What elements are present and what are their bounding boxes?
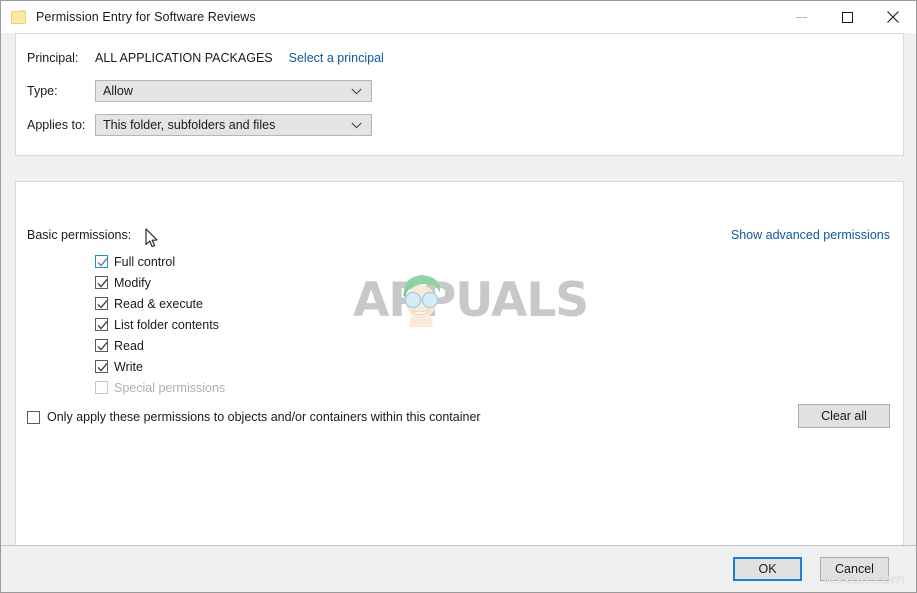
permission-label: Write: [114, 359, 143, 374]
ok-button[interactable]: OK: [733, 557, 802, 581]
permission-label: List folder contents: [114, 317, 219, 332]
type-label: Type:: [27, 84, 58, 98]
permissions-panel: Basic permissions: Show advanced permiss…: [15, 181, 904, 551]
checkmark-icon: [97, 257, 108, 267]
permission-row-write[interactable]: Write: [95, 356, 225, 377]
principal-label: Principal:: [27, 51, 79, 65]
checkbox-only-apply-to-container[interactable]: [27, 410, 40, 424]
type-dropdown-value: Allow: [103, 84, 133, 98]
minimize-button[interactable]: [778, 1, 824, 33]
applies-to-row: Applies to: This folder, subfolders and …: [27, 114, 372, 136]
checkbox-list-folder-contents[interactable]: [95, 318, 108, 331]
permission-row-list-folder-contents[interactable]: List folder contents: [95, 314, 225, 335]
window-title: Permission Entry for Software Reviews: [36, 10, 256, 24]
title-bar: Permission Entry for Software Reviews: [1, 1, 916, 33]
show-advanced-permissions-link[interactable]: Show advanced permissions: [731, 228, 890, 242]
only-apply-label: Only apply these permissions to objects …: [47, 410, 481, 424]
checkbox-special-permissions: [95, 381, 108, 394]
chevron-down-icon: [351, 84, 362, 98]
applies-to-dropdown[interactable]: This folder, subfolders and files: [95, 114, 372, 136]
window-controls: [778, 1, 916, 33]
checkbox-write[interactable]: [95, 360, 108, 373]
close-button[interactable]: [870, 1, 916, 33]
checkbox-read-execute[interactable]: [95, 297, 108, 310]
checkbox-full-control[interactable]: [95, 255, 108, 268]
principal-panel: Principal: ALL APPLICATION PACKAGES Sele…: [15, 33, 904, 156]
only-apply-row[interactable]: Only apply these permissions to objects …: [27, 410, 481, 424]
permission-label: Read & execute: [114, 296, 203, 311]
permission-label: Full control: [114, 254, 176, 269]
dialog-footer: OK Cancel wsxdn.com: [1, 545, 916, 592]
checkmark-icon: [97, 278, 108, 288]
checkbox-read[interactable]: [95, 339, 108, 352]
folder-icon: [11, 9, 27, 25]
maximize-button[interactable]: [824, 1, 870, 33]
basic-permissions-label: Basic permissions:: [27, 228, 132, 242]
applies-to-label: Applies to:: [27, 118, 86, 132]
type-dropdown[interactable]: Allow: [95, 80, 372, 102]
clear-all-button[interactable]: Clear all: [798, 404, 890, 428]
close-icon: [887, 11, 899, 23]
permission-row-special-permissions: Special permissions: [95, 377, 225, 398]
type-row: Type: Allow: [27, 80, 372, 102]
cancel-button[interactable]: Cancel: [820, 557, 889, 581]
permission-label: Special permissions: [114, 380, 226, 395]
permission-label: Modify: [114, 275, 151, 290]
checkmark-icon: [97, 362, 108, 372]
permission-row-read[interactable]: Read: [95, 335, 225, 356]
maximize-icon: [841, 11, 853, 23]
chevron-down-icon: [351, 118, 362, 132]
permission-row-modify[interactable]: Modify: [95, 272, 225, 293]
permission-row-full-control[interactable]: Full control: [95, 251, 225, 272]
minimize-icon: [795, 16, 807, 18]
principal-row: Principal: ALL APPLICATION PACKAGES Sele…: [27, 47, 384, 69]
applies-to-dropdown-value: This folder, subfolders and files: [103, 118, 276, 132]
checkmark-icon: [97, 320, 108, 330]
permission-row-read-execute[interactable]: Read & execute: [95, 293, 225, 314]
permissions-list: Full control Modify Read & execute List …: [95, 251, 225, 398]
permission-entry-window: Permission Entry for Software Reviews Pr…: [0, 0, 917, 593]
dialog-content: Principal: ALL APPLICATION PACKAGES Sele…: [1, 33, 916, 551]
checkmark-icon: [97, 299, 108, 309]
checkbox-modify[interactable]: [95, 276, 108, 289]
checkmark-icon: [97, 341, 108, 351]
permission-label: Read: [114, 338, 144, 353]
principal-value: ALL APPLICATION PACKAGES: [95, 51, 273, 65]
select-a-principal-link[interactable]: Select a principal: [289, 51, 384, 65]
